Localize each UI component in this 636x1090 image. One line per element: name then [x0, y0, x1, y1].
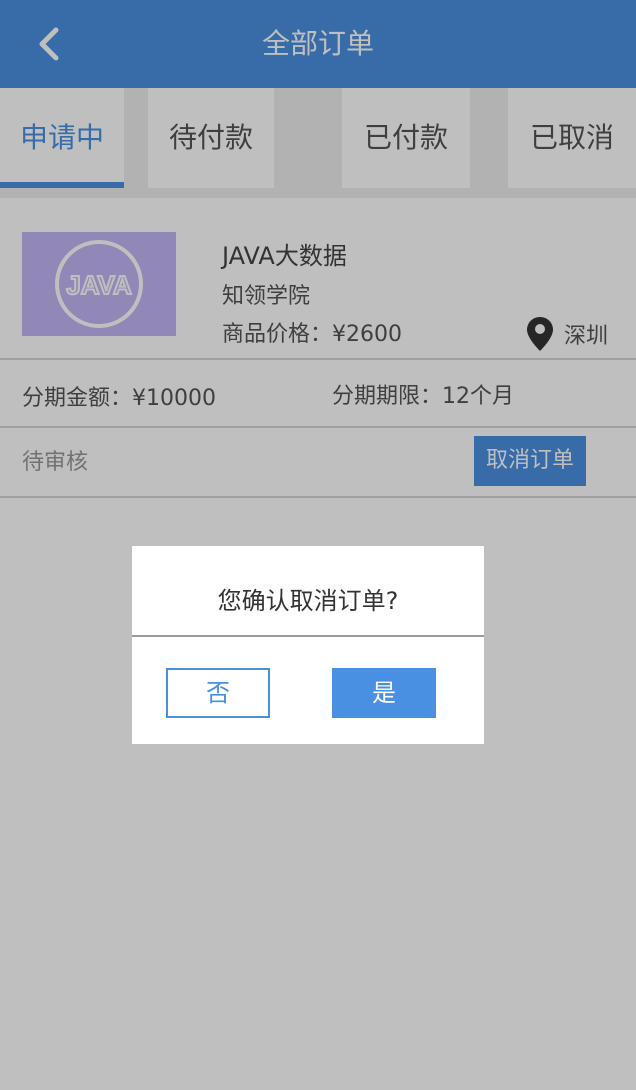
dialog-title: 您确认取消订单?	[217, 587, 399, 615]
no-button[interactable]: 否	[166, 668, 270, 718]
confirm-cancel-dialog: 您确认取消订单? 否 是	[132, 546, 484, 744]
yes-button[interactable]: 是	[332, 668, 436, 718]
modal-overlay[interactable]	[0, 0, 636, 1090]
dialog-divider	[132, 635, 484, 637]
